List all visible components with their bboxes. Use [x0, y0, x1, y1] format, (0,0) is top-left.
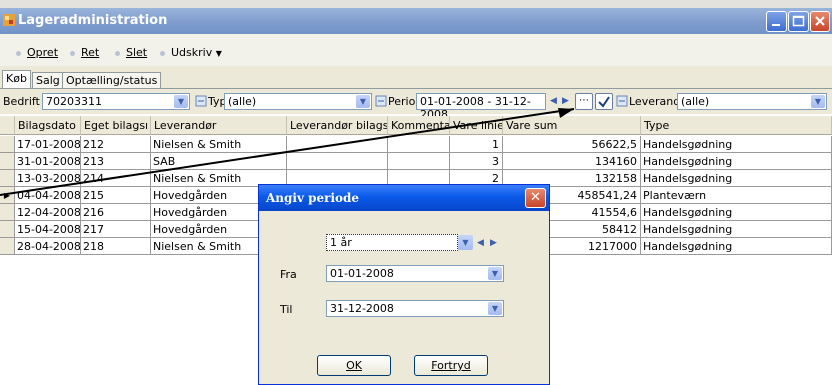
chevron-down-icon[interactable]: ▼ [458, 235, 473, 250]
period-length-value: 1 år [330, 236, 352, 249]
close-icon: ✕ [530, 190, 541, 205]
period-length-select[interactable]: 1 år [326, 234, 458, 251]
dialog-close-button[interactable]: ✕ [525, 188, 546, 208]
ok-label: OK [346, 359, 362, 372]
fra-label: Fra [280, 268, 297, 281]
fortryd-label: Fortryd [431, 359, 471, 372]
fra-date-picker[interactable]: 01-01-2008 ▼ [326, 265, 504, 282]
fortryd-button[interactable]: Fortryd [414, 355, 488, 376]
dialog-title: Angiv periode [266, 191, 360, 205]
ok-button[interactable]: OK [317, 355, 391, 376]
angiv-periode-dialog [258, 184, 550, 385]
period-prev-icon[interactable]: ◀ [477, 238, 484, 248]
chevron-down-icon[interactable]: ▼ [488, 267, 502, 280]
chevron-down-icon[interactable]: ▼ [488, 302, 502, 315]
fra-value: 01-01-2008 [330, 267, 394, 280]
til-value: 31-12-2008 [330, 302, 394, 315]
til-label: Til [280, 303, 293, 316]
til-date-picker[interactable]: 31-12-2008 ▼ [326, 300, 504, 317]
period-next-icon[interactable]: ▶ [490, 238, 497, 248]
